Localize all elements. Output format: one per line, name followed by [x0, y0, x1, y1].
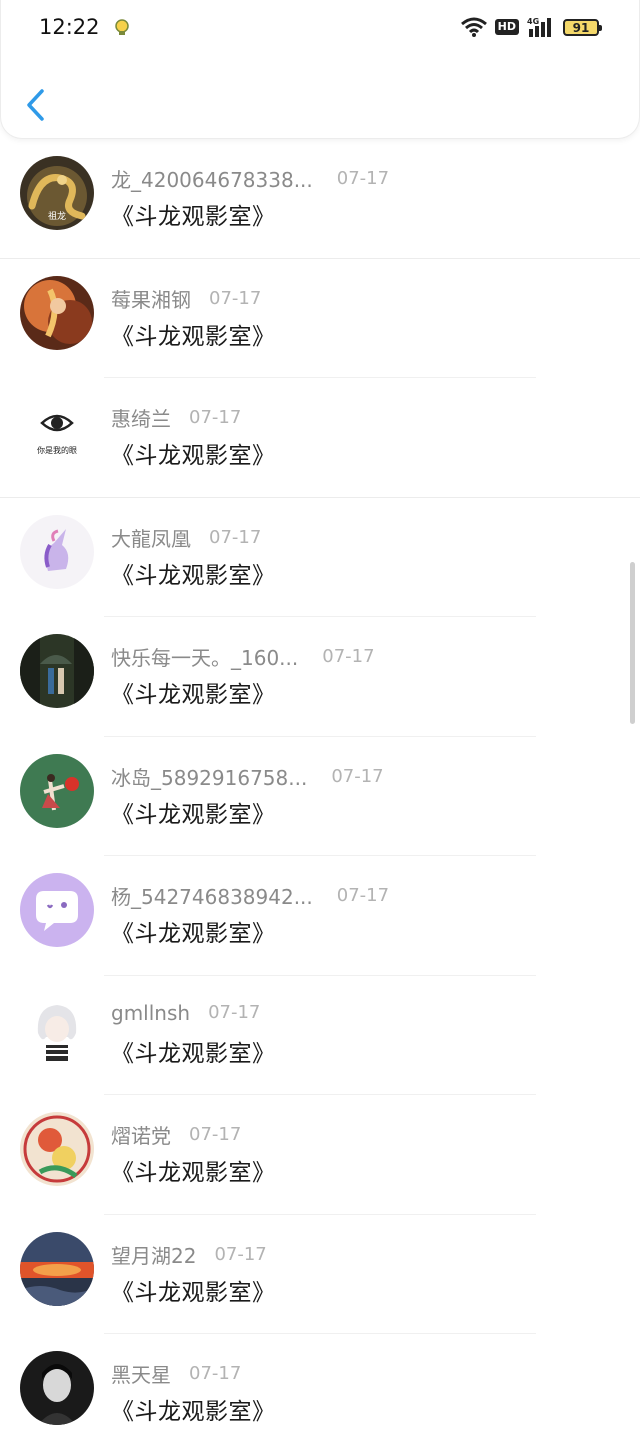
anime-boys-avatar[interactable]	[20, 1112, 94, 1186]
comment-text: 《斗龙观影室》	[111, 562, 276, 589]
comment-date: 07-17	[209, 287, 262, 309]
dragon-avatar[interactable]: 祖龙	[20, 156, 94, 230]
girl-balloon-avatar[interactable]	[20, 753, 94, 828]
back-arrow-icon[interactable]	[23, 86, 49, 124]
username[interactable]: 冰岛_5892916758...	[111, 762, 307, 791]
avatar-caption: 你是我的眼	[37, 445, 77, 455]
comment-text: 《斗龙观影室》	[111, 921, 276, 947]
username[interactable]: 黑天星	[111, 1359, 171, 1388]
list-item[interactable]: 冰岛_5892916758... 07-17 《斗龙观影室》	[0, 737, 640, 856]
list-item[interactable]: 你是我的眼 惠绮兰 07-17 《斗龙观影室》	[0, 378, 640, 498]
comment-text: 《斗龙观影室》	[111, 1399, 276, 1425]
comment-date: 07-17	[336, 168, 390, 189]
comment-list: 祖龙 龙_420064678338... 07-17 《斗龙观影室》 莓果湘钢 …	[0, 139, 640, 1454]
chat-bubble-avatar[interactable]	[20, 873, 94, 947]
app-header: 12:22 HD 4G 91	[0, 0, 640, 139]
comment-text: 《斗龙观影室》	[111, 1040, 276, 1067]
list-item[interactable]: 大龍凤凰 07-17 《斗龙观影室》	[0, 498, 640, 617]
status-bar: 12:22 HD 4G 91	[1, 0, 640, 58]
lightbulb-notification-icon	[115, 19, 129, 35]
list-item[interactable]: 祖龙 龙_420064678338... 07-17 《斗龙观影室》	[0, 139, 640, 259]
comment-date: 07-17	[336, 885, 390, 906]
battery-level: 91	[572, 20, 590, 35]
anime-warrior-avatar[interactable]	[20, 275, 94, 350]
username[interactable]: 惠绮兰	[111, 403, 171, 432]
comment-date: 07-17	[209, 526, 262, 548]
username[interactable]: 望月湖22	[111, 1240, 196, 1269]
username[interactable]: 快乐每一天。_160...	[111, 642, 298, 671]
network-type-label: 4G	[527, 17, 539, 26]
anime-girl-avatar[interactable]	[20, 992, 94, 1067]
comment-date: 07-17	[189, 407, 242, 428]
unicorn-avatar[interactable]	[20, 514, 94, 589]
clock-time: 12:22	[39, 15, 100, 39]
username[interactable]: 莓果湘钢	[111, 284, 191, 313]
comment-text: 《斗龙观影室》	[111, 204, 276, 230]
comment-date: 07-17	[214, 1243, 267, 1265]
battery-icon: 91	[563, 18, 602, 36]
cellular-signal-icon: 4G	[527, 17, 551, 37]
username[interactable]: gmllnsh	[111, 1001, 190, 1025]
comment-date: 07-17	[189, 1124, 242, 1145]
system-icons: HD 4G 91	[460, 16, 602, 38]
dark-portrait-avatar[interactable]	[20, 1351, 94, 1425]
username[interactable]: 大龍凤凰	[111, 523, 191, 552]
username[interactable]: 熠诺党	[111, 1120, 171, 1149]
scrollbar[interactable]	[630, 562, 635, 724]
comment-date: 07-17	[322, 646, 375, 667]
comment-text: 《斗龙观影室》	[111, 1160, 276, 1186]
comment-text: 《斗龙观影室》	[111, 323, 276, 350]
list-item[interactable]: 望月湖22 07-17 《斗龙观影室》	[0, 1215, 640, 1334]
comment-text: 《斗龙观影室》	[111, 682, 276, 708]
comment-text: 《斗龙观影室》	[111, 1279, 276, 1306]
username[interactable]: 杨_542746838942...	[111, 881, 313, 910]
list-item[interactable]: 快乐每一天。_160... 07-17 《斗龙观影室》	[0, 617, 640, 737]
list-item[interactable]: 熠诺党 07-17 《斗龙观影室》	[0, 1095, 640, 1215]
sunset-avatar[interactable]	[20, 1231, 94, 1306]
username[interactable]: 龙_420064678338...	[111, 164, 313, 193]
list-item[interactable]: 杨_542746838942... 07-17 《斗龙观影室》	[0, 856, 640, 976]
comment-text: 《斗龙观影室》	[111, 801, 276, 828]
comment-date: 07-17	[331, 765, 384, 787]
list-item[interactable]: gmllnsh 07-17 《斗龙观影室》	[0, 976, 640, 1095]
comment-date: 07-17	[189, 1363, 242, 1384]
umbrella-couple-avatar[interactable]	[20, 634, 94, 708]
list-item[interactable]: 黑天星 07-17 《斗龙观影室》	[0, 1334, 640, 1454]
comment-date: 07-17	[208, 1002, 261, 1023]
eye-avatar[interactable]: 你是我的眼	[20, 395, 94, 469]
avatar-caption: 祖龙	[48, 210, 66, 222]
comment-text: 《斗龙观影室》	[111, 443, 276, 469]
wifi-icon	[460, 17, 487, 37]
hd-badge: HD	[494, 19, 519, 35]
list-item[interactable]: 莓果湘钢 07-17 《斗龙观影室》	[0, 259, 640, 378]
